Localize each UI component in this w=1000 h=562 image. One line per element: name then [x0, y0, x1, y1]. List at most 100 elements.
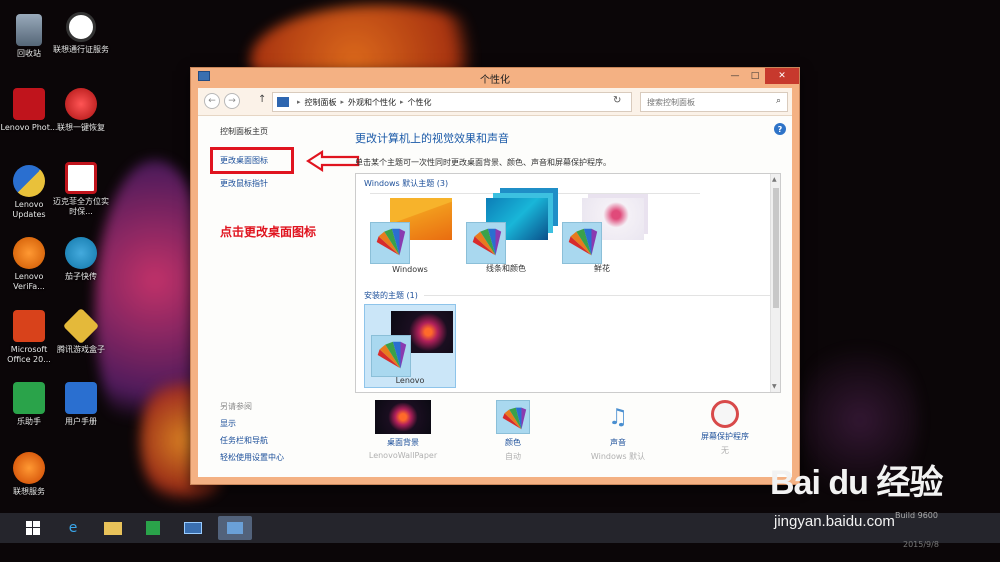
- baidu-logo: Bai du 经验: [770, 464, 943, 502]
- theme-lines-and-colors[interactable]: 线条和颜色: [460, 192, 552, 276]
- ie-icon[interactable]: e: [56, 516, 90, 540]
- manual-icon: [65, 382, 97, 414]
- desktop-icon-lenovo-service[interactable]: 联想服务: [0, 452, 58, 497]
- left-pane: 控制面板主页 更改桌面图标 更改鼠标指针 点击更改桌面图标 另请参阅 显示 任务…: [198, 116, 360, 477]
- window-controls: — □ ✕: [725, 68, 799, 84]
- baidu-watermark: Bai du 经验 jingyan.baidu.com: [770, 455, 943, 530]
- desktop-icon-tencent-games[interactable]: 腾讯游戏盒子: [52, 307, 110, 355]
- breadcrumb-appearance[interactable]: 外观和个性化: [348, 97, 396, 108]
- desktop-icon-le-helper[interactable]: 乐助手: [0, 382, 58, 427]
- setting-value: Windows 默认: [590, 452, 646, 461]
- change-desktop-icons-link[interactable]: 更改桌面图标: [220, 155, 268, 166]
- control-panel-home-link[interactable]: 控制面板主页: [220, 126, 268, 137]
- shield-icon: [13, 165, 45, 197]
- screensaver-setting[interactable]: 屏幕保护程序 无: [680, 400, 770, 456]
- color-icon: [496, 400, 530, 434]
- desktop-icon-mcafee[interactable]: 迈克菲全方位实时保...: [52, 162, 110, 217]
- helper-icon: [13, 382, 45, 414]
- back-button[interactable]: ←: [204, 93, 220, 109]
- color-fan-icon: [371, 335, 411, 377]
- see-also-ease-of-access-link[interactable]: 轻松使用设置中心: [220, 452, 284, 463]
- baidu-url: jingyan.baidu.com: [774, 513, 895, 530]
- breadcrumb-separator: ▸: [297, 98, 301, 106]
- control-panel-taskbar-icon[interactable]: [218, 516, 252, 540]
- wallpaper-icon: [375, 400, 431, 434]
- setting-label: 屏幕保护程序: [701, 432, 749, 441]
- breadcrumb-personalization[interactable]: 个性化: [408, 97, 432, 108]
- sound-setting[interactable]: ♫ 声音 Windows 默认: [573, 400, 663, 462]
- theme-windows[interactable]: Windows: [364, 192, 456, 276]
- red-arrow-icon: [306, 149, 360, 173]
- group-title-installed-themes: 安装的主题 (1): [364, 290, 774, 301]
- desktop-icon-office[interactable]: Microsoft Office 20...: [0, 310, 58, 365]
- theme-flowers[interactable]: 鲜花: [556, 192, 648, 276]
- monitor-icon[interactable]: [176, 516, 210, 540]
- window-title: 个性化: [480, 74, 510, 86]
- window-body: ← → ↑ ▸ 控制面板 ▸ 外观和个性化 ▸ 个性化 ↻ ⌕ 控制面板主页 更…: [198, 88, 792, 477]
- setting-label: 颜色: [505, 438, 521, 447]
- address-bar: ← → ↑ ▸ 控制面板 ▸ 外观和个性化 ▸ 个性化 ↻ ⌕: [198, 88, 792, 116]
- annotation-text: 点击更改桌面图标: [220, 225, 317, 239]
- desktop-icon-lenovo-updates[interactable]: Lenovo Updates: [0, 165, 58, 220]
- color-fan-icon: [466, 222, 506, 264]
- color-fan-icon: [562, 222, 602, 264]
- game-box-icon: [62, 307, 100, 345]
- setting-value: LenovoWallPaper: [368, 451, 438, 460]
- desktop-icon-lenovo-photo[interactable]: Lenovo Phot...: [0, 88, 58, 133]
- desktop-background-setting[interactable]: 桌面背景 LenovoWallPaper: [358, 400, 448, 460]
- breadcrumb-separator: ▸: [400, 98, 404, 106]
- page-heading: 更改计算机上的视觉效果和声音: [355, 132, 509, 145]
- breadcrumb-control-panel[interactable]: 控制面板: [305, 97, 337, 108]
- windows-build: Build 9600: [895, 511, 938, 520]
- desktop-icon-lenovo-id[interactable]: 联想通行证服务: [52, 12, 110, 55]
- see-also-display-link[interactable]: 显示: [220, 418, 236, 429]
- help-icon[interactable]: ?: [774, 123, 786, 135]
- scrollbar-thumb[interactable]: [773, 188, 779, 308]
- scroll-down-icon[interactable]: ▼: [772, 383, 777, 390]
- title-bar[interactable]: 个性化 — □ ✕: [191, 68, 799, 88]
- sound-icon: ♫: [608, 404, 628, 430]
- page-description: 单击某个主题可一次性同时更改桌面背景、颜色、声音和屏幕保护程序。: [355, 158, 611, 167]
- theme-list-scrollbar[interactable]: ▲ ▼: [770, 174, 780, 392]
- search-box: ⌕: [640, 92, 788, 112]
- desktop-icon-user-manual[interactable]: 用户手册: [52, 382, 110, 427]
- breadcrumb-separator: ▸: [340, 98, 345, 106]
- maximize-button[interactable]: □: [745, 68, 765, 84]
- fingerprint-icon: [13, 237, 45, 269]
- office-icon: [13, 310, 45, 342]
- control-panel-icon: [198, 71, 210, 81]
- see-also-taskbar-link[interactable]: 任务栏和导航: [220, 435, 268, 446]
- windows-logo-icon: [26, 521, 40, 535]
- qiezi-icon: [65, 237, 97, 269]
- theme-lenovo[interactable]: Lenovo: [364, 304, 456, 388]
- search-icon[interactable]: ⌕: [776, 96, 781, 106]
- theme-name: 鲜花: [594, 264, 610, 273]
- change-mouse-pointer-link[interactable]: 更改鼠标指针: [220, 178, 268, 189]
- screensaver-icon: [711, 400, 739, 428]
- color-setting[interactable]: 颜色 自动: [468, 400, 558, 462]
- computer-icon: [277, 97, 289, 107]
- minimize-button[interactable]: —: [725, 68, 745, 84]
- setting-label: 声音: [610, 438, 626, 447]
- taskbar-date: 2015/9/8: [903, 540, 939, 549]
- close-button[interactable]: ✕: [765, 68, 799, 84]
- refresh-icon[interactable]: ↻: [613, 95, 621, 106]
- desktop-icon-recycle-bin[interactable]: 回收站: [0, 14, 58, 59]
- breadcrumb[interactable]: ▸ 控制面板 ▸ 外观和个性化 ▸ 个性化: [272, 92, 632, 112]
- forward-button[interactable]: →: [224, 93, 240, 109]
- start-button[interactable]: [16, 516, 50, 540]
- desktop-icon-qiezi[interactable]: 茄子快传: [52, 237, 110, 282]
- up-button[interactable]: ↑: [258, 94, 266, 105]
- setting-value: 无: [721, 446, 729, 455]
- desktop-icon-onekey-recovery[interactable]: 联想一键恢复: [52, 88, 110, 133]
- setting-value: 自动: [505, 452, 521, 461]
- scroll-up-icon[interactable]: ▲: [772, 176, 777, 183]
- store-icon[interactable]: [136, 516, 170, 540]
- mcafee-icon: [65, 162, 97, 194]
- theme-name: Windows: [392, 265, 428, 274]
- desktop-icon-lenovo-verifa[interactable]: Lenovo VeriFa...: [0, 237, 58, 292]
- search-input[interactable]: [647, 97, 757, 107]
- personalization-window: 个性化 — □ ✕ ← → ↑ ▸ 控制面板 ▸ 外观和个性化 ▸ 个性化 ↻: [190, 67, 800, 485]
- file-explorer-icon[interactable]: [96, 516, 130, 540]
- lenovo-id-icon: [66, 12, 96, 42]
